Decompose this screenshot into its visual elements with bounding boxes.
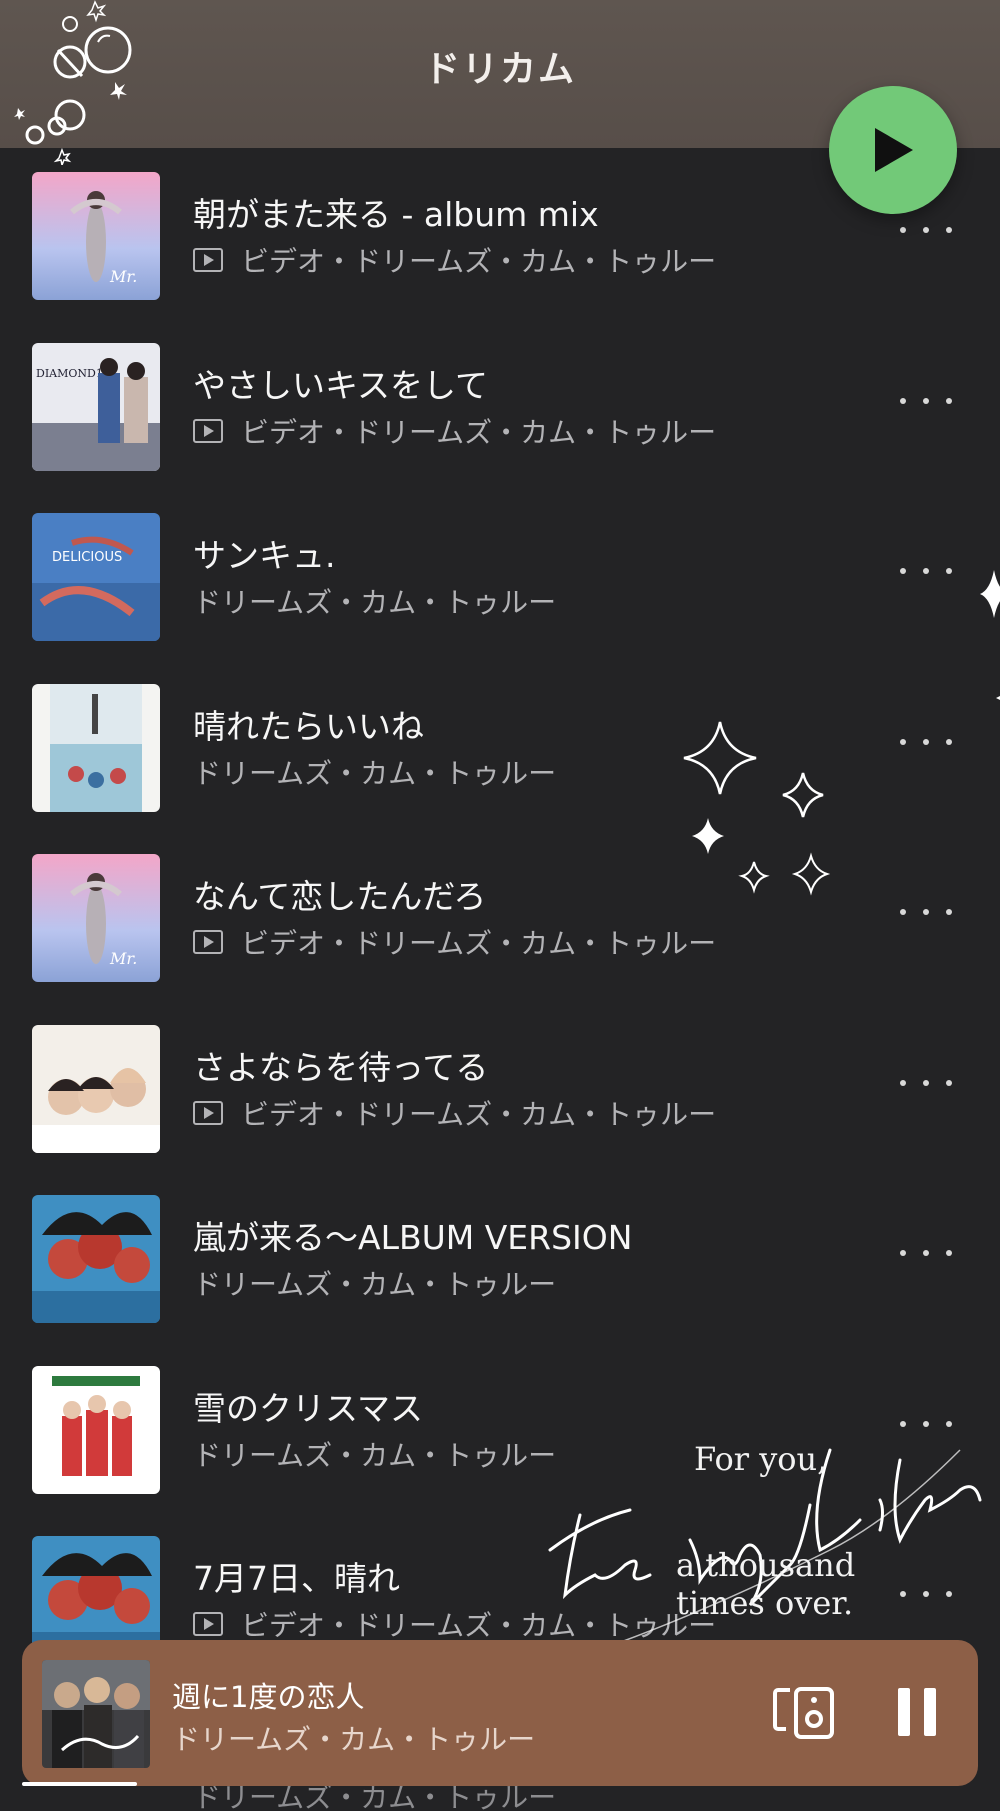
album-art: Mr. — [32, 172, 160, 300]
album-art: Mr. — [32, 854, 160, 982]
svg-text:Mr.: Mr. — [109, 267, 137, 286]
overlay-text-line2: a thousand — [676, 1546, 856, 1584]
song-subtitle-row: ドリームズ・カム・トゥルー — [193, 752, 556, 792]
more-vert-icon[interactable] — [900, 1243, 952, 1263]
more-vert-icon[interactable] — [900, 561, 952, 581]
more-vert-icon[interactable] — [900, 902, 952, 922]
video-icon — [193, 418, 223, 443]
svg-text:Mr.: Mr. — [109, 949, 137, 968]
song-subtitle: ビデオ・ドリームズ・カム・トゥルー — [241, 1097, 717, 1131]
album-art: DIAMOND15 — [32, 342, 160, 471]
mini-player-progress[interactable] — [22, 1782, 978, 1786]
song-subtitle-row: ドリームズ・カム・トゥルー — [193, 581, 556, 621]
more-vert-icon[interactable] — [900, 1584, 952, 1604]
song-subtitle: ビデオ・ドリームズ・カム・トゥルー — [241, 1609, 717, 1642]
song-title: サンキュ. — [193, 536, 336, 575]
page-title: ドリカム — [423, 49, 576, 90]
album-art — [32, 1195, 160, 1323]
album-art — [32, 683, 160, 812]
video-icon — [193, 1100, 223, 1125]
more-vert-icon[interactable] — [900, 732, 952, 752]
song-subtitle-row: ドリームズ・カム・トゥルー — [193, 1434, 556, 1474]
song-subtitle-row: ビデオ・ドリームズ・カム・トゥルー — [193, 411, 716, 451]
album-art — [32, 1024, 160, 1153]
song-subtitle-row: ビデオ・ドリームズ・カム・トゥルー — [193, 922, 716, 962]
song-subtitle-row: ドリームズ・カム・トゥルー — [193, 1263, 556, 1303]
album-art: DELICIOUS — [32, 513, 160, 641]
mini-player-artist: ドリームズ・カム・トゥルー — [172, 1723, 536, 1756]
mini-player[interactable]: 週に1度の恋人 ドリームズ・カム・トゥルー — [22, 1640, 978, 1786]
mini-player-title: 週に1度の恋人 — [172, 1680, 365, 1714]
song-subtitle: ドリームズ・カム・トゥルー — [193, 586, 557, 619]
speaker-cast-icon[interactable] — [772, 1686, 836, 1740]
song-title: 雪のクリスマス — [193, 1388, 424, 1428]
video-icon — [193, 1612, 223, 1636]
song-title: 嵐が来る〜ALBUM VERSION — [193, 1218, 633, 1257]
more-vert-icon[interactable] — [900, 391, 952, 411]
song-subtitle: ビデオ・ドリームズ・カム・トゥルー — [241, 927, 717, 960]
song-subtitle-row: ビデオ・ドリームズ・カム・トゥルー — [193, 1093, 716, 1133]
video-icon — [193, 248, 223, 272]
song-row[interactable]: 晴れたらいいねドリームズ・カム・トゥルー — [0, 660, 1000, 830]
album-art — [32, 1365, 160, 1494]
song-row[interactable]: DELICIOUS サンキュ. ドリームズ・カム・トゥルー — [0, 489, 1000, 659]
song-title: やさしいキスをして — [193, 365, 489, 405]
song-title: 朝がまた来る - album mix — [193, 195, 599, 234]
play-all-button[interactable] — [829, 86, 957, 214]
svg-text:DELICIOUS: DELICIOUS — [52, 550, 122, 565]
more-vert-icon[interactable] — [900, 1073, 952, 1093]
song-subtitle-row: ビデオ・ドリームズ・カム・トゥルー — [193, 1604, 716, 1644]
mini-player-album-art — [42, 1660, 150, 1768]
song-title: 7月7日、晴れ — [193, 1559, 400, 1598]
pause-icon — [898, 1688, 910, 1736]
song-subtitle: ビデオ・ドリームズ・カム・トゥルー — [241, 415, 717, 449]
video-icon — [193, 930, 223, 954]
song-subtitle: ドリームズ・カム・トゥルー — [193, 1268, 557, 1301]
song-subtitle: ビデオ・ドリームズ・カム・トゥルー — [241, 245, 717, 278]
song-title: 晴れたらいいね — [193, 706, 424, 746]
more-vert-icon[interactable] — [900, 1414, 952, 1434]
song-row[interactable]: さよならを待ってるビデオ・ドリームズ・カム・トゥルー — [0, 1001, 1000, 1171]
song-row[interactable]: DIAMOND15 やさしいキスをしてビデオ・ドリームズ・カム・トゥルー — [0, 319, 1000, 489]
song-row[interactable]: 雪のクリスマスドリームズ・カム・トゥルー — [0, 1342, 1000, 1512]
song-title: さよならを待ってる — [193, 1047, 489, 1087]
song-row[interactable]: Mr. なんて恋したんだろビデオ・ドリームズ・カム・トゥルー — [0, 830, 1000, 1000]
pause-button[interactable] — [888, 1684, 946, 1742]
overlay-text-line1: For you, — [694, 1440, 828, 1478]
more-vert-icon[interactable] — [900, 220, 952, 240]
song-subtitle-row: ビデオ・ドリームズ・カム・トゥルー — [193, 240, 716, 280]
overlay-text-line3: times over. — [676, 1584, 854, 1622]
song-subtitle: ドリームズ・カム・トゥルー — [193, 756, 557, 790]
song-row[interactable]: 嵐が来る〜ALBUM VERSION ドリームズ・カム・トゥルー — [0, 1171, 1000, 1341]
song-subtitle: ドリームズ・カム・トゥルー — [193, 1438, 557, 1472]
play-icon — [875, 128, 913, 172]
song-title: なんて恋したんだろ — [193, 877, 487, 916]
